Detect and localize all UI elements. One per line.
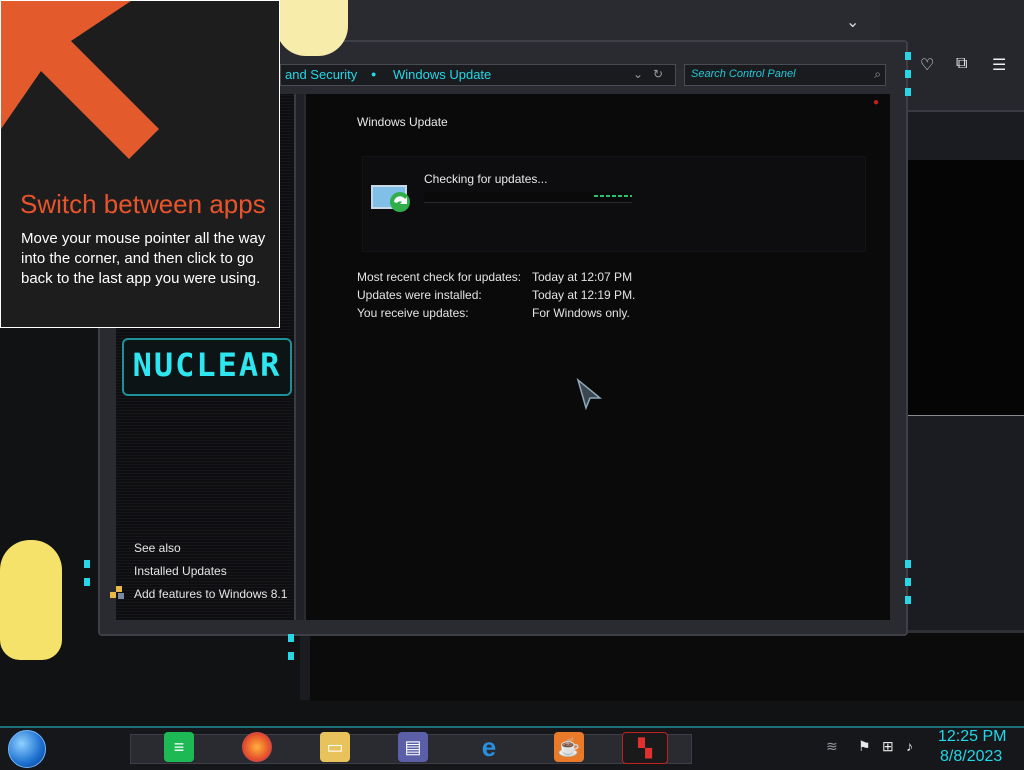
refresh-icon[interactable]: ↻ — [653, 67, 663, 81]
mouse-cursor-icon — [576, 377, 604, 411]
breadcrumb-current[interactable]: Windows Update — [393, 67, 491, 82]
logo-text: NUCLEAR — [132, 346, 282, 384]
chevron-down-icon[interactable]: ⌄ — [846, 12, 859, 32]
action-center-flag-icon[interactable]: ⚑ — [858, 738, 871, 755]
windows-update-icon — [370, 182, 418, 216]
file-explorer-icon[interactable]: ▭ — [320, 732, 350, 762]
accent-light — [905, 560, 911, 568]
java-icon[interactable]: ☕ — [554, 732, 584, 762]
network-icon[interactable]: ⊞ — [882, 738, 894, 755]
cartoon-character-image — [276, 0, 348, 56]
start-button[interactable] — [8, 730, 46, 768]
nuclear-logo: NUCLEAR — [122, 338, 292, 396]
installed-updates-link[interactable]: Installed Updates — [134, 564, 227, 578]
help-icon[interactable]: ● — [873, 97, 879, 108]
address-dropdown-icon[interactable]: ⌄ — [633, 67, 643, 81]
tip-title: Switch between apps — [20, 189, 266, 219]
accent-light — [905, 88, 911, 96]
switch-apps-tip: Switch between apps Move your mouse poin… — [0, 0, 280, 328]
accent-light — [288, 652, 294, 660]
clock-date[interactable]: 8/8/2023 — [940, 748, 1002, 766]
search-placeholder: Search Control Panel — [691, 68, 796, 80]
info-label-receive: You receive updates: — [357, 306, 469, 320]
corner-arrow-icon — [1, 1, 159, 159]
add-features-link[interactable]: Add features to Windows 8.1 — [134, 587, 287, 601]
menu-icon[interactable]: ☰ — [992, 55, 1006, 75]
see-also-heading: See also — [134, 541, 181, 555]
control-panel-icon[interactable]: ▤ — [398, 732, 428, 762]
info-value-last-check: Today at 12:07 PM — [532, 270, 633, 284]
progress-fill — [594, 195, 632, 197]
windows-features-icon — [110, 586, 126, 600]
info-label-installed: Updates were installed: — [357, 288, 482, 302]
cartoon-character-image — [0, 540, 62, 660]
search-input[interactable]: Search Control Panel ⌕ — [684, 64, 886, 86]
accent-light — [84, 560, 90, 568]
accent-light — [905, 52, 911, 60]
firefox-icon[interactable] — [242, 732, 272, 762]
update-status-text: Checking for updates... — [424, 172, 548, 186]
accent-light — [905, 70, 911, 78]
update-status-panel — [362, 156, 866, 252]
info-value-installed: Today at 12:19 PM. — [532, 288, 636, 302]
internet-explorer-icon[interactable]: e — [474, 732, 504, 762]
accent-light — [84, 578, 90, 586]
nuclear-app-icon[interactable]: ▚ — [622, 732, 668, 764]
show-hidden-icons-icon[interactable]: ≋ — [826, 738, 838, 755]
search-icon[interactable]: ⌕ — [874, 67, 881, 82]
spotify-icon[interactable]: ≡ — [164, 732, 194, 762]
pocket-icon[interactable]: ♡ — [920, 55, 934, 75]
accent-light — [905, 578, 911, 586]
accent-light — [905, 596, 911, 604]
address-bar[interactable]: and Security ● Windows Update ⌄ ↻ — [280, 64, 676, 86]
info-label-last-check: Most recent check for updates: — [357, 270, 522, 284]
accent-light — [288, 634, 294, 642]
volume-icon[interactable]: ♪ — [906, 738, 913, 754]
page-title: Windows Update — [357, 115, 448, 129]
browser-content — [906, 160, 1024, 416]
update-progress-bar — [424, 192, 632, 203]
background-pane — [310, 630, 1024, 701]
info-value-receive: For Windows only. — [532, 306, 630, 320]
breadcrumb-parent[interactable]: and Security — [285, 67, 357, 82]
breadcrumb-separator-icon: ● — [371, 69, 377, 79]
clock-time[interactable]: 12:25 PM — [938, 728, 1006, 746]
tip-body: Move your mouse pointer all the way into… — [21, 230, 266, 287]
pane-divider[interactable] — [296, 94, 304, 620]
extensions-icon[interactable]: ⧉ — [956, 55, 967, 73]
